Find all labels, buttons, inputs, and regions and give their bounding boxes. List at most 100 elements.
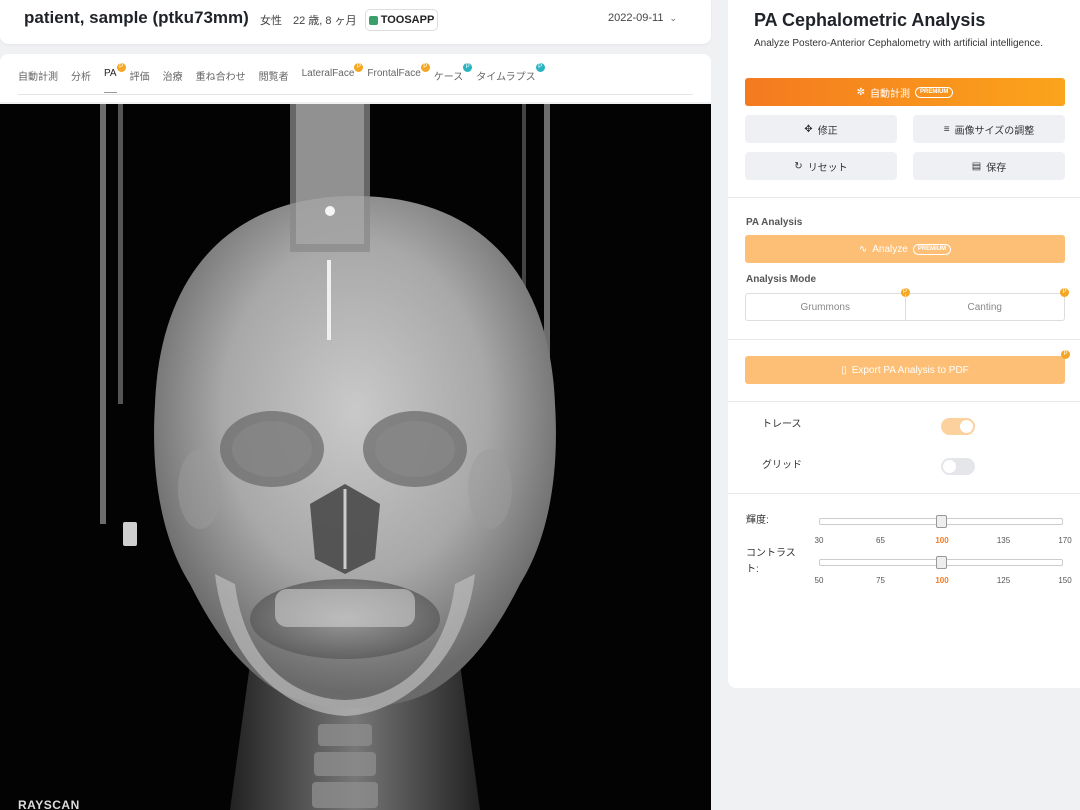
grid-label: グリッド (762, 460, 802, 471)
analyze-button[interactable]: ∿ Analyze PREMIUM (745, 235, 1065, 263)
premium-badge: PREMIUM (915, 86, 954, 98)
analyze-label: Analyze (872, 243, 908, 255)
tab-item[interactable]: 自動計測 (18, 68, 58, 93)
tab-item[interactable]: 評価 (130, 68, 150, 93)
contrast-slider[interactable] (819, 556, 1063, 569)
panel-title: PA Cephalometric Analysis (754, 10, 986, 30)
slider-tick-label: 30 (814, 536, 824, 545)
spinner-icon: ✼ (856, 86, 866, 98)
tab-label: 重ね合わせ (195, 72, 246, 83)
tab-item[interactable]: ケース P (433, 63, 473, 93)
xray-viewer[interactable]: RAYSCAN (0, 104, 711, 810)
reset-label: リセット (807, 162, 848, 174)
tab-item[interactable]: 分析 (71, 68, 91, 93)
auto-measure-button[interactable]: ✼ 自動計測 PREMIUM (745, 78, 1065, 106)
tab-divider (18, 94, 693, 95)
slider-tick-label: 135 (996, 536, 1011, 545)
contrast-ticks: 50 75 100 125 150 (814, 576, 1072, 588)
tab-item[interactable]: PA P (104, 63, 126, 93)
premium-dot-icon: P (420, 63, 430, 72)
tab-item[interactable]: タイムラプス P (476, 63, 545, 93)
mode-option-grummons[interactable]: Grummons P (746, 288, 910, 320)
resize-label: 画像サイズの調整 (954, 125, 1035, 137)
pa-analysis-heading: PA Analysis (746, 217, 803, 228)
slider-tick-label: 100 (935, 576, 949, 585)
reset-button[interactable]: ↻ リセット (745, 152, 897, 180)
auto-measure-label: 自動計測 (870, 88, 911, 100)
slider-thumb[interactable] (936, 556, 947, 569)
brightness-slider[interactable] (819, 515, 1063, 528)
brightness-ticks: 30 65 100 135 170 (814, 536, 1072, 548)
toggle-knob (943, 460, 956, 473)
toosapp-logo[interactable]: TOOSAPP (365, 9, 438, 31)
mode-option-label: Grummons (800, 301, 850, 313)
slider-thumb[interactable] (936, 515, 947, 528)
panel-description: Analyze Postero-Anterior Cephalometry wi… (754, 38, 1044, 49)
pulse-icon: ∿ (858, 243, 868, 255)
tab-item[interactable]: LateralFace P (301, 63, 364, 93)
patient-name: patient, sample (ptku73mm) (24, 8, 249, 27)
resize-image-button[interactable]: ≡ 画像サイズの調整 (913, 115, 1065, 143)
patient-sex: 女性 (260, 15, 282, 27)
toggle-knob (960, 420, 973, 433)
slider-tick-label: 170 (1058, 536, 1072, 545)
section-divider (728, 339, 1080, 340)
rayscan-watermark: RAYSCAN (18, 798, 80, 810)
tab-label: タイムラプス (476, 72, 536, 83)
tab-label: 閲覧者 (258, 72, 289, 83)
patient-header: patient, sample (ptku73mm) 女性 22 歳, 8 ヶ月… (0, 0, 711, 44)
slider-tick-label: 100 (935, 536, 949, 545)
patient-age: 22 歳, 8 ヶ月 (293, 15, 357, 27)
mode-option-label: Canting (967, 301, 1002, 313)
section-divider (728, 401, 1080, 402)
premium-badge: PREMIUM (912, 243, 952, 255)
sliders-icon: ≡ (943, 123, 950, 135)
pdf-file-icon: ▯ (841, 364, 847, 376)
tab-bar: 自動計測 分析 PA P 評価 治療 重ね合わせ 閲覧者 LateralFace P Frontal… (0, 54, 711, 102)
grid-toggle[interactable] (941, 458, 975, 475)
edit-label: 修正 (817, 125, 838, 137)
section-divider (728, 197, 1080, 198)
contrast-label: コントラスト: (746, 548, 796, 575)
mode-option-canting[interactable]: Canting P (904, 288, 1069, 320)
slider-tick-label: 50 (814, 576, 824, 585)
chevron-down-icon: ⌄ (669, 13, 677, 23)
analysis-mode-selector: Grummons P Canting P (745, 288, 1069, 321)
tab-label: 分析 (71, 72, 91, 83)
date-selector[interactable]: 2022-09-11 ⌄ (608, 12, 677, 24)
tab-label: 自動計測 (18, 72, 58, 83)
tab-label: LateralFace (301, 68, 355, 79)
premium-dot-icon: P (535, 63, 545, 72)
slider-tick-label: 65 (876, 536, 885, 545)
slider-tick-label: 150 (1058, 576, 1072, 585)
brightness-label: 輝度: (746, 515, 769, 526)
premium-dot-icon: P (463, 63, 473, 72)
export-pdf-button[interactable]: ▯ Export PA Analysis to PDF P (745, 350, 1070, 384)
tab-item[interactable]: FrontalFace P (367, 63, 430, 93)
save-button[interactable]: ▤ 保存 (913, 152, 1065, 180)
premium-dot-icon: P (1061, 350, 1070, 359)
save-icon: ▤ (971, 160, 982, 172)
premium-dot-icon: P (354, 63, 364, 72)
analysis-mode-heading: Analysis Mode (746, 274, 817, 285)
trace-toggle[interactable] (941, 418, 975, 435)
premium-dot-icon: P (1060, 288, 1069, 297)
right-panel: PA Cephalometric Analysis Analyze Poster… (728, 0, 1080, 688)
tab-label: ケース (433, 72, 464, 83)
tab-item[interactable]: 重ね合わせ (196, 68, 246, 93)
toosapp-logo-text: TOOSAPP (380, 14, 435, 26)
tab-item[interactable]: 閲覧者 (259, 68, 289, 93)
tab-list: 自動計測 分析 PA P 評価 治療 重ね合わせ 閲覧者 LateralFace P Frontal… (18, 63, 545, 93)
save-label: 保存 (986, 162, 1007, 174)
pa-xray-image (0, 104, 711, 810)
edit-button[interactable]: ✥ 修正 (745, 115, 897, 143)
slider-tick-label: 75 (876, 576, 885, 585)
export-label: Export PA Analysis to PDF (851, 364, 969, 376)
move-icon: ✥ (804, 123, 813, 135)
tab-label: FrontalFace (367, 68, 421, 79)
slider-tick-label: 125 (996, 576, 1011, 585)
tab-item[interactable]: 治療 (163, 68, 183, 93)
tab-label: PA (104, 68, 117, 79)
tab-label: 治療 (162, 72, 183, 83)
toosapp-logo-icon (368, 15, 378, 25)
